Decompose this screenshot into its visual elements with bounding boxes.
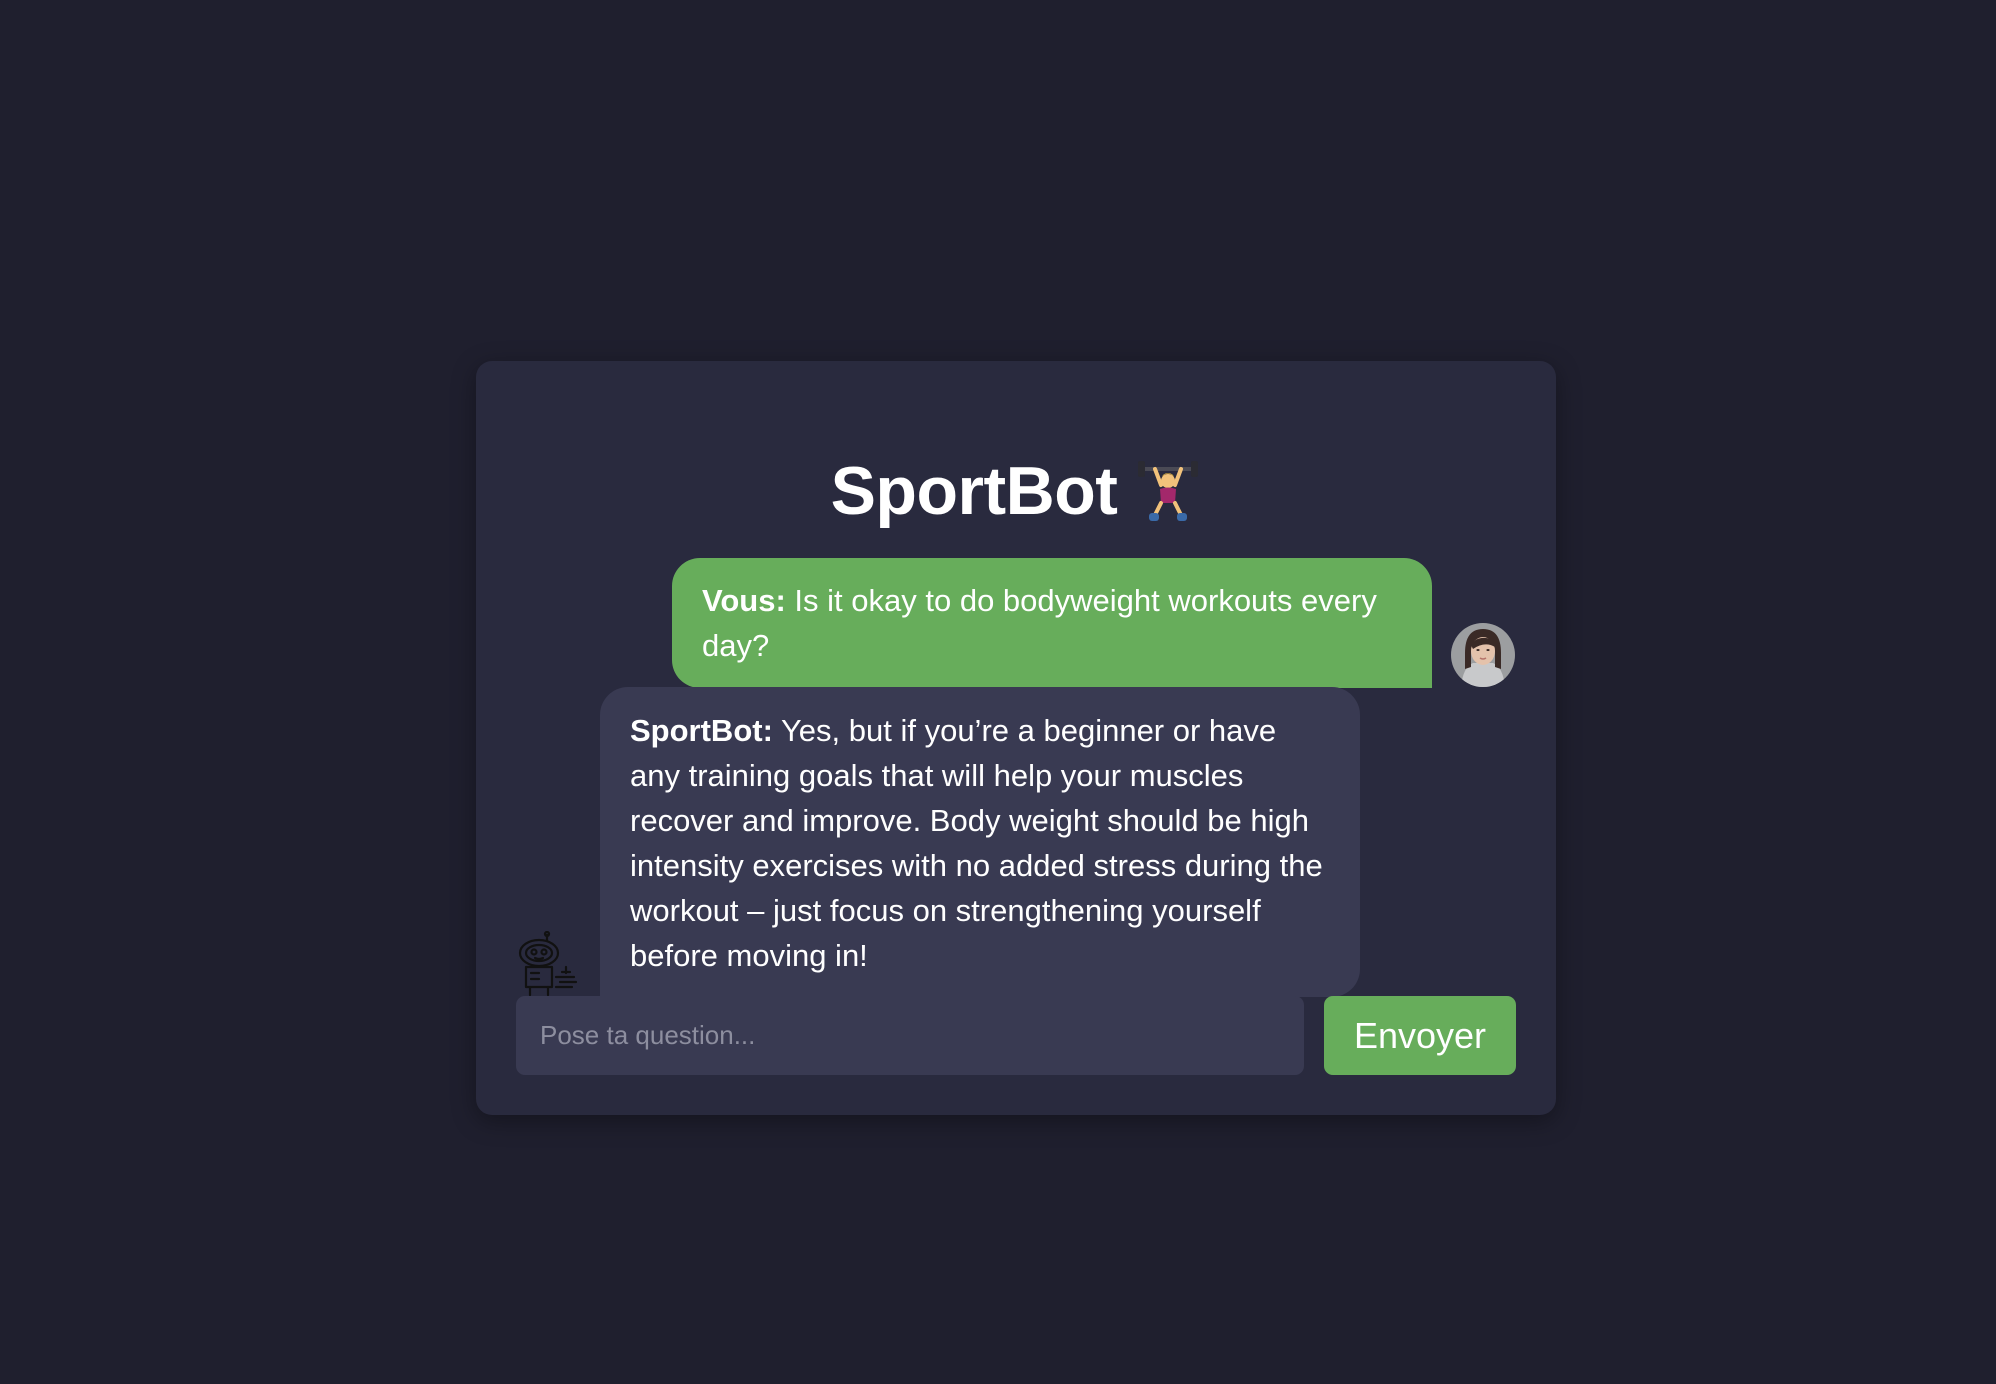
bot-message-bubble: SportBot: Yes, but if you’re a beginner … xyxy=(600,687,1360,997)
question-input[interactable] xyxy=(516,996,1304,1075)
user-message-bubble: Vous: Is it okay to do bodyweight workou… xyxy=(672,558,1432,688)
user-message-text: Is it okay to do bodyweight workouts eve… xyxy=(702,583,1377,663)
bot-sender-label: SportBot: xyxy=(630,713,773,748)
send-button[interactable]: Envoyer xyxy=(1324,996,1516,1075)
page-title: SportBot xyxy=(476,446,1556,536)
weightlifter-icon xyxy=(1135,457,1201,523)
user-avatar xyxy=(1451,623,1515,687)
chat-card: SportBot Vous: Is it okay to do bodyweig… xyxy=(476,361,1556,1115)
bot-message-text: Yes, but if you’re a beginner or have an… xyxy=(630,713,1323,973)
robot-icon xyxy=(514,930,580,997)
user-sender-label: Vous: xyxy=(702,583,786,618)
app-title: SportBot xyxy=(830,453,1118,529)
